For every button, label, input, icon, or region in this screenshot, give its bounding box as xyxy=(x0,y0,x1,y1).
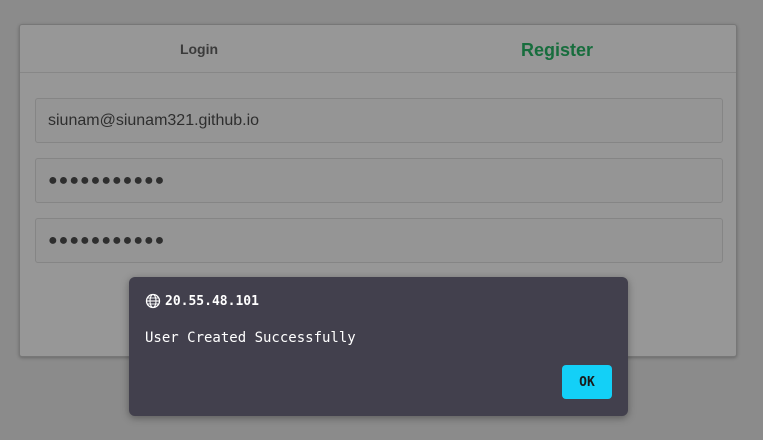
password-field-value: ●●●●●●●●●●● xyxy=(48,171,166,189)
globe-icon xyxy=(145,293,161,309)
tab-register-label: Register xyxy=(520,40,594,60)
tab-login-label: Login xyxy=(179,40,219,57)
page-backdrop: Login Register siunam@siunam321.github.i… xyxy=(0,0,763,440)
tab-register[interactable]: Register xyxy=(378,25,736,74)
password-field[interactable]: ●●●●●●●●●●● xyxy=(35,158,723,203)
email-field-value: siunam@siunam321.github.io xyxy=(48,111,260,129)
email-field[interactable]: siunam@siunam321.github.io xyxy=(35,98,723,143)
dialog-origin-text: 20.55.48.101 xyxy=(165,293,259,309)
ok-button[interactable]: OK xyxy=(562,365,612,399)
auth-tabs: Login Register xyxy=(20,25,736,73)
tab-login[interactable]: Login xyxy=(20,25,378,72)
confirm-password-field-value: ●●●●●●●●●●● xyxy=(48,231,166,249)
alert-dialog: 20.55.48.101 User Created Successfully O… xyxy=(129,277,628,416)
dialog-message: User Created Successfully xyxy=(145,330,356,346)
confirm-password-field[interactable]: ●●●●●●●●●●● xyxy=(35,218,723,263)
dialog-origin: 20.55.48.101 xyxy=(145,293,259,309)
ok-button-label: OK xyxy=(579,374,595,390)
